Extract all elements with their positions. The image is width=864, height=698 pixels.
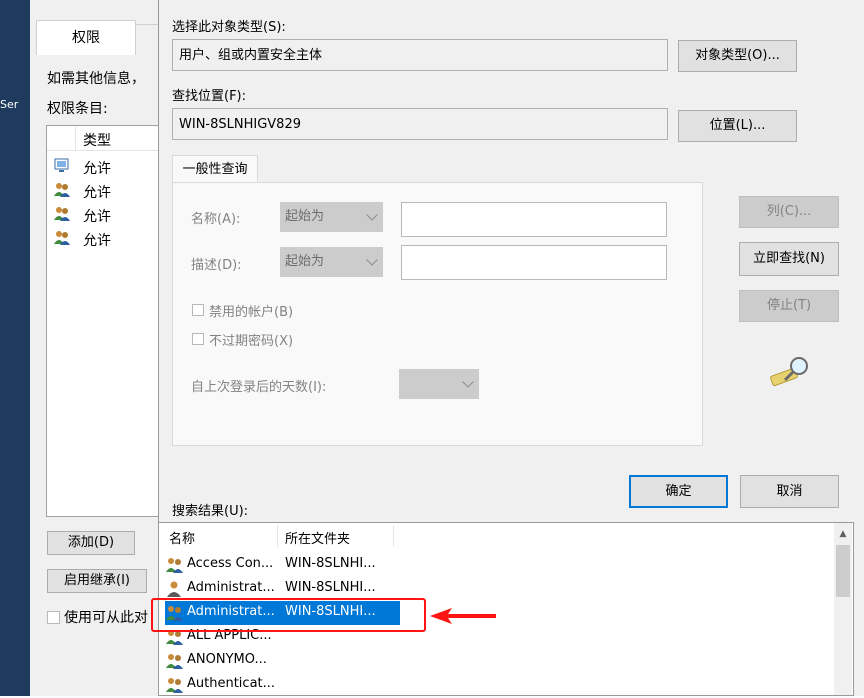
users-group-icon xyxy=(53,205,71,223)
entry-type: 允许 xyxy=(83,161,111,177)
list-item[interactable]: 允许 xyxy=(47,178,173,202)
permission-entries-label: 权限条目: xyxy=(47,101,108,117)
ok-button[interactable]: 确定 xyxy=(629,475,728,508)
column-divider xyxy=(277,525,278,547)
result-folder: WIN-8SLNHI... xyxy=(285,580,376,595)
permission-entries-list[interactable]: 类型 允许 允许 允许 允许 xyxy=(46,125,174,517)
scroll-up-icon[interactable]: ▲ xyxy=(838,529,848,539)
non-expiring-password-label: 不过期密码(X) xyxy=(209,334,294,349)
inheritable-label: 使用可从此对 xyxy=(64,610,148,626)
list-item[interactable]: 允许 xyxy=(47,202,173,226)
locations-button[interactable]: 位置(L)... xyxy=(678,110,797,142)
non-expiring-password-checkbox[interactable] xyxy=(192,333,204,345)
description-mode-value: 起始为 xyxy=(285,254,325,269)
result-name: ANONYMO... xyxy=(187,652,267,667)
add-button[interactable]: 添加(D) xyxy=(47,531,135,555)
column-name[interactable]: 名称 xyxy=(169,528,195,547)
table-row[interactable]: Authenticat... xyxy=(165,673,400,697)
table-row[interactable]: Access Con... WIN-8SLNHI... xyxy=(165,553,400,577)
result-name: Authenticat... xyxy=(187,676,276,691)
object-type-label: 选择此对象类型(S): xyxy=(172,20,286,35)
user-icon xyxy=(165,580,185,598)
find-now-button[interactable]: 立即查找(N) xyxy=(739,242,839,276)
inheritable-checkbox[interactable] xyxy=(47,611,60,624)
entry-type: 允许 xyxy=(83,233,111,249)
description-mode-select[interactable]: 起始为 xyxy=(280,247,383,277)
result-folder: WIN-8SLNHI... xyxy=(285,556,376,571)
column-divider xyxy=(393,525,394,547)
result-name: Administrat... xyxy=(187,580,275,595)
annotation-arrow-icon xyxy=(430,606,496,626)
computer-group-icon xyxy=(53,157,71,175)
description-label: 描述(D): xyxy=(191,258,242,273)
entry-type: 允许 xyxy=(83,209,111,225)
disabled-accounts-label: 禁用的帐户(B) xyxy=(209,305,294,320)
search-flashlight-icon xyxy=(769,354,809,390)
desktop-edge-text: Ser xyxy=(0,98,19,111)
disabled-accounts-checkbox[interactable] xyxy=(192,304,204,316)
days-since-login-select[interactable] xyxy=(399,369,479,399)
tab-common-queries[interactable]: 一般性查询 xyxy=(172,155,258,183)
name-mode-select[interactable]: 起始为 xyxy=(280,202,383,232)
enable-inheritance-button[interactable]: 启用继承(I) xyxy=(47,569,147,593)
users-group-icon xyxy=(165,676,185,694)
tab-permissions[interactable]: 权限 xyxy=(36,20,136,55)
name-input[interactable] xyxy=(401,202,667,237)
users-group-icon xyxy=(165,556,185,574)
search-results-label: 搜索结果(U): xyxy=(172,504,249,519)
location-field: WIN-8SLNHIGV829 xyxy=(172,108,668,140)
entry-type: 允许 xyxy=(83,185,111,201)
result-name: Access Con... xyxy=(187,556,274,571)
cancel-button[interactable]: 取消 xyxy=(740,475,839,508)
column-divider xyxy=(75,126,76,150)
table-row[interactable]: ANONYMO... xyxy=(165,649,400,673)
list-item[interactable]: 允许 xyxy=(47,154,173,178)
annotation-highlight-box xyxy=(151,598,426,632)
name-label: 名称(A): xyxy=(191,212,241,227)
object-type-field: 用户、组或内置安全主体 xyxy=(172,39,668,71)
list-header: 类型 xyxy=(47,126,173,151)
users-group-icon xyxy=(53,229,71,247)
name-mode-value: 起始为 xyxy=(285,209,325,224)
location-label: 查找位置(F): xyxy=(172,89,247,104)
list-item[interactable]: 允许 xyxy=(47,226,173,250)
column-type[interactable]: 类型 xyxy=(83,130,111,150)
object-types-button[interactable]: 对象类型(O)... xyxy=(678,40,797,72)
users-group-icon xyxy=(53,181,71,199)
days-since-login-label: 自上次登录后的天数(I): xyxy=(191,380,327,395)
chevron-down-icon xyxy=(366,254,378,266)
info-text: 如需其他信息， xyxy=(47,71,145,87)
chevron-down-icon xyxy=(462,376,474,388)
stop-button[interactable]: 停止(T) xyxy=(739,290,839,322)
chevron-down-icon xyxy=(366,209,378,221)
scrollbar-thumb[interactable] xyxy=(836,545,850,597)
description-input[interactable] xyxy=(401,245,667,280)
users-group-icon xyxy=(165,652,185,670)
columns-button[interactable]: 列(C)... xyxy=(739,196,839,228)
column-folder[interactable]: 所在文件夹 xyxy=(285,528,350,547)
